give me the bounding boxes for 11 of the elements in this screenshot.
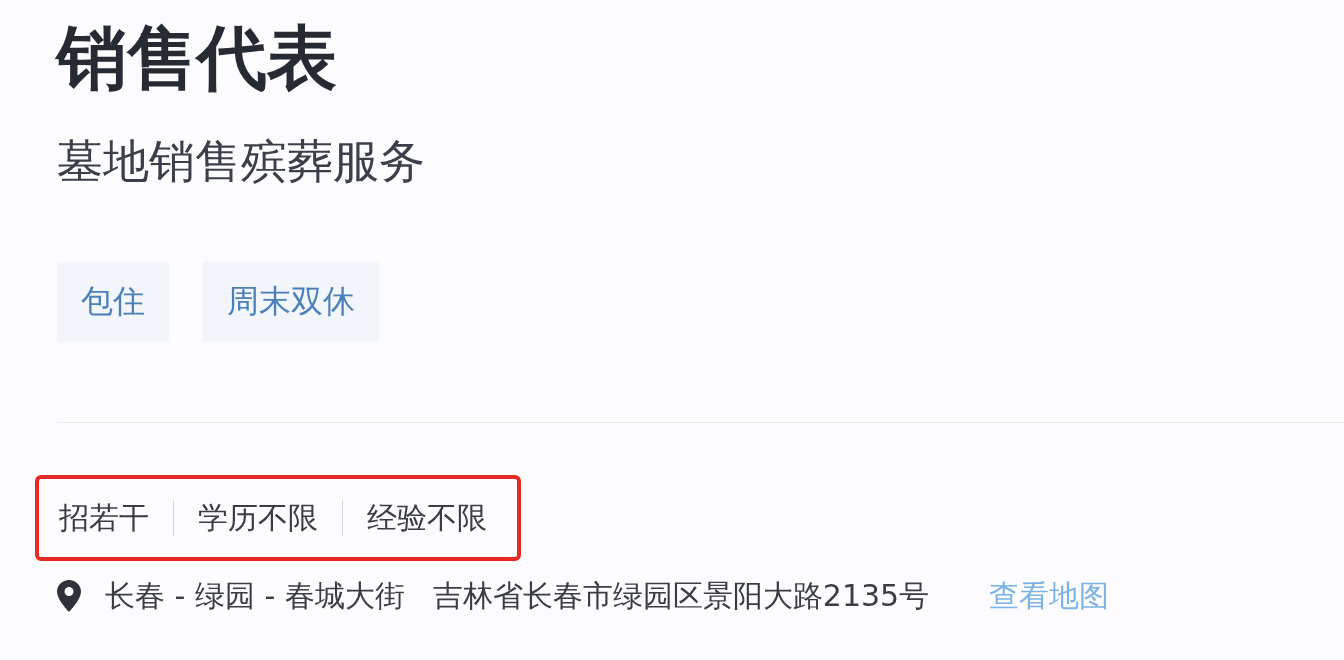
benefit-tag: 周末双休: [203, 262, 379, 342]
view-map-link[interactable]: 查看地图: [989, 575, 1110, 617]
location-area: 长春 - 绿园 - 春城大街: [105, 575, 405, 617]
job-title: 销售代表: [57, 16, 338, 101]
requirement-text: 经验不限: [367, 498, 487, 537]
requirement-text: 学历不限: [198, 498, 318, 537]
location-pin-icon: [57, 580, 81, 612]
benefit-tag: 包住: [57, 262, 169, 342]
address-text: 吉林省长春市绿园区景阳大路2135号: [432, 576, 930, 615]
requirement-text: 招若干: [59, 498, 149, 537]
job-subtitle: 墓地销售殡葬服务: [57, 133, 426, 190]
